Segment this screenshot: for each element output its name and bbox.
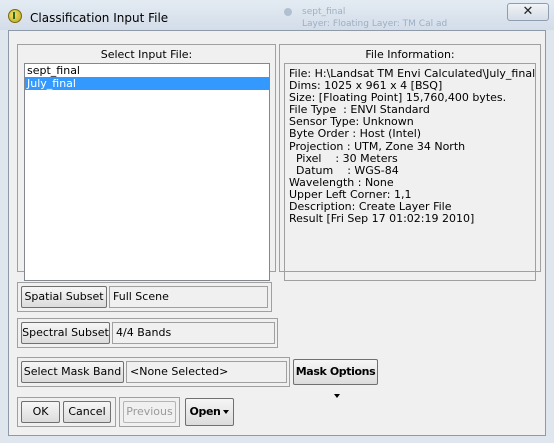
- title-bar[interactable]: sept_final Layer: Floating Layer: TM Cal…: [0, 0, 554, 30]
- spatial-subset-button[interactable]: Spatial Subset: [21, 286, 107, 308]
- file-info-line: Byte Order : Host (Intel): [289, 127, 422, 141]
- window-title: Classification Input File: [30, 11, 169, 25]
- spectral-subset-group: Spectral Subset 4/4 Bands: [17, 318, 278, 348]
- dialog-client-area: Select Input File: sept_final July_final …: [8, 30, 546, 436]
- background-window-line-1: sept_final: [302, 7, 346, 17]
- file-info-line: Result [Fri Sep 17 01:02:19 2010]: [289, 212, 475, 226]
- background-window-icon: [284, 8, 292, 16]
- open-button[interactable]: Open: [185, 398, 234, 426]
- background-window-ghost: sept_final Layer: Floating Layer: TM Cal…: [262, 0, 472, 30]
- file-list-item[interactable]: July_final: [25, 77, 269, 90]
- file-info-line: Pixel : 30 Meters: [289, 151, 398, 165]
- select-input-file-panel: Select Input File: sept_final July_final: [17, 44, 276, 281]
- cancel-button[interactable]: Cancel: [63, 401, 111, 423]
- previous-button[interactable]: Previous: [123, 401, 176, 423]
- dropdown-arrow-icon: [223, 410, 230, 414]
- file-list-item[interactable]: sept_final: [25, 64, 269, 77]
- file-information-title: File Information:: [365, 48, 455, 61]
- input-file-list[interactable]: sept_final July_final: [24, 63, 270, 281]
- file-information-panel: File Information: File: H:\Landsat TM En…: [279, 44, 541, 281]
- select-input-file-title: Select Input File:: [100, 48, 193, 61]
- background-window-line-2: Layer: Floating Layer: TM Cal ad: [302, 19, 448, 29]
- spectral-subset-button[interactable]: Spectral Subset: [21, 322, 110, 344]
- spatial-subset-value: Full Scene: [109, 286, 268, 308]
- previous-group: Previous: [119, 397, 180, 427]
- dropdown-arrow-icon: [334, 394, 340, 398]
- envi-app-icon: [8, 9, 22, 23]
- close-window-button[interactable]: ✕: [507, 3, 549, 21]
- spatial-subset-group: Spatial Subset Full Scene: [17, 282, 272, 312]
- open-label: Open: [189, 405, 221, 418]
- spectral-subset-value: 4/4 Bands: [112, 322, 275, 344]
- file-info-line: Projection : UTM, Zone 34 North: [289, 139, 466, 153]
- classification-input-dialog: sept_final Layer: Floating Layer: TM Cal…: [0, 0, 554, 443]
- select-mask-band-button[interactable]: Select Mask Band: [21, 361, 124, 383]
- file-information-text: File: H:\Landsat TM Envi Calculated\July…: [284, 63, 536, 281]
- ok-button[interactable]: OK: [21, 401, 60, 423]
- mask-options-label: Mask Options: [295, 365, 376, 378]
- mask-options-button[interactable]: Mask Options: [293, 359, 378, 398]
- mask-band-group: Select Mask Band <None Selected>: [17, 357, 290, 387]
- mask-band-value: <None Selected>: [126, 361, 287, 383]
- ok-cancel-group: OK Cancel: [17, 397, 116, 427]
- close-icon: ✕: [522, 4, 534, 19]
